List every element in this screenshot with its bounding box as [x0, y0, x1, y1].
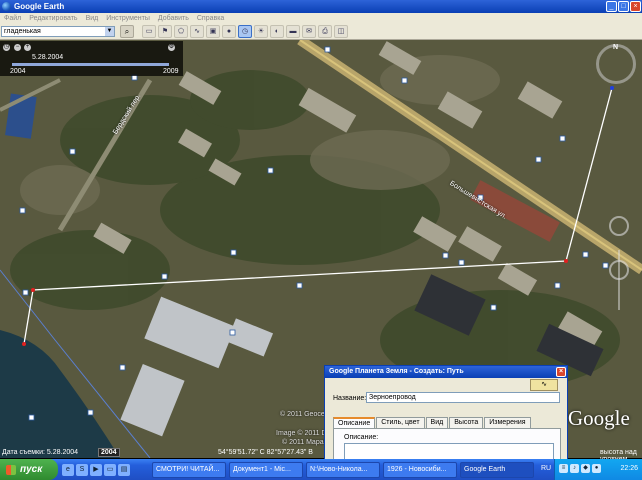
toolbar-buttons: ▭ ⚑ ⬠ ∿ ▣ ● ◷ ☀ ◐ ▬ ✉ ⎙ ◫: [142, 25, 348, 38]
dialog-titlebar: Google Планета Земля - Создать: Путь ×: [325, 366, 567, 378]
path-icon[interactable]: ∿: [190, 25, 204, 38]
tab-measurements[interactable]: Измерения: [484, 417, 531, 428]
historical-imagery-icon[interactable]: ◷: [238, 25, 252, 38]
zoom-out-time-icon[interactable]: −: [14, 44, 21, 51]
search-button[interactable]: ⌕: [120, 25, 134, 38]
system-tray: RU ≡ ♪ ◆ ● 22:26: [541, 459, 642, 480]
screen: Google Earth _ □ × Файл Редактировать Ви…: [0, 0, 642, 480]
google-earth-icon: [2, 2, 11, 11]
chevron-down-icon[interactable]: ▼: [105, 27, 114, 36]
name-field[interactable]: Зерноепровод: [366, 392, 560, 403]
polygon-icon[interactable]: ⬠: [174, 25, 188, 38]
skype-icon[interactable]: S: [76, 463, 88, 476]
create-path-dialog: Google Планета Земля - Создать: Путь × ∿…: [324, 365, 568, 466]
menu-edit[interactable]: Редактировать: [25, 15, 81, 22]
search-input[interactable]: гладенькая ▼: [1, 26, 115, 37]
tray-icons: ≡ ♪ ◆ ●: [559, 464, 601, 473]
time-slider-track[interactable]: [12, 63, 169, 66]
toolbar: гладенькая ▼ ⌕ ▭ ⚑ ⬠ ∿ ▣ ● ◷ ☀ ◐ ▬ ✉ ⎙ ◫: [0, 24, 642, 40]
search-value: гладенькая: [4, 28, 41, 35]
window-title: Google Earth: [14, 2, 65, 11]
overlay-icon[interactable]: ▣: [206, 25, 220, 38]
start-label: пуск: [20, 464, 43, 475]
antivirus-icon[interactable]: ●: [592, 464, 601, 473]
planets-icon[interactable]: ◐: [270, 25, 284, 38]
language-indicator[interactable]: RU: [541, 465, 551, 472]
path-style-icon[interactable]: ∿: [530, 379, 558, 391]
coordinates-readout: 54°59'51.72" С 82°57'27.43" В: [218, 449, 313, 456]
windows-flag-icon: [6, 464, 16, 475]
search-icon: ⌕: [124, 27, 130, 36]
task-word[interactable]: Документ1 - Mic...: [229, 461, 303, 478]
view-in-maps-icon[interactable]: ◫: [334, 25, 348, 38]
name-label: Название:: [333, 395, 367, 402]
ruler-icon[interactable]: ▬: [286, 25, 300, 38]
security-icon[interactable]: ◆: [581, 464, 590, 473]
historical-imagery-slider[interactable]: ◷ − + ⚙ 5.28.2004 2004 2009: [0, 41, 183, 76]
menu-view[interactable]: Вид: [82, 15, 103, 22]
window-titlebar: Google Earth _ □ ×: [0, 0, 642, 13]
minimize-button[interactable]: _: [606, 1, 617, 12]
placemark-icon[interactable]: ⚑: [158, 25, 172, 38]
tab-description[interactable]: Описание: [333, 417, 376, 428]
menu-add[interactable]: Добавить: [154, 15, 193, 22]
tab-altitude[interactable]: Высота: [449, 417, 484, 428]
tab-view[interactable]: Вид: [425, 417, 449, 428]
task-google-earth[interactable]: Google Earth: [460, 461, 534, 478]
record-tour-icon[interactable]: ●: [222, 25, 236, 38]
volume-icon[interactable]: ♪: [570, 464, 579, 473]
sun-icon[interactable]: ☀: [254, 25, 268, 38]
task-explorer[interactable]: N:\Ново-Никола...: [306, 461, 380, 478]
start-button[interactable]: пуск: [0, 459, 58, 480]
north-indicator[interactable]: N: [613, 44, 618, 51]
taskbar-tasks: СМОТРИ! ЧИТАЙ... Документ1 - Mic... N:\Н…: [152, 461, 534, 478]
task-document[interactable]: 1926 - Новосиби...: [383, 461, 457, 478]
email-icon[interactable]: ✉: [302, 25, 316, 38]
compass-ring[interactable]: N: [596, 44, 636, 84]
close-button[interactable]: ×: [630, 1, 641, 12]
menu-file[interactable]: Файл: [0, 15, 25, 22]
tab-style-color[interactable]: Стиль, цвет: [376, 417, 425, 428]
task-browser[interactable]: СМОТРИ! ЧИТАЙ...: [152, 461, 226, 478]
clock-icon[interactable]: ◷: [3, 44, 10, 51]
imagery-year-badge[interactable]: 2004: [98, 448, 120, 457]
windows-taskbar: пуск e S ▶ ▭ ▤ СМОТРИ! ЧИТАЙ... Документ…: [0, 459, 642, 480]
clock: 22:26: [620, 465, 638, 472]
network-icon[interactable]: ≡: [559, 464, 568, 473]
dialog-tabs: Описание Стиль, цвет Вид Высота Измерени…: [333, 417, 531, 428]
time-start-year: 2004: [10, 68, 26, 75]
settings-icon[interactable]: ⚙: [168, 44, 175, 51]
zoom-in-time-icon[interactable]: +: [24, 44, 31, 51]
hide-sidebar-icon[interactable]: ▭: [142, 25, 156, 38]
folder-icon[interactable]: ▤: [118, 463, 130, 476]
window-controls: _ □ ×: [606, 1, 641, 12]
media-player-icon[interactable]: ▶: [90, 463, 102, 476]
menu-help[interactable]: Справка: [193, 15, 228, 22]
quick-launch: e S ▶ ▭ ▤: [62, 463, 152, 476]
show-desktop-icon[interactable]: ▭: [104, 463, 116, 476]
google-logo: Google: [568, 406, 630, 430]
menu-bar: Файл Редактировать Вид Инструменты Добав…: [0, 13, 642, 24]
time-current-date: 5.28.2004: [32, 54, 64, 61]
time-end-year: 2009: [163, 68, 179, 75]
description-label: Описание:: [344, 434, 379, 441]
menu-tools[interactable]: Инструменты: [102, 15, 154, 22]
imagery-date: Дата съемки: 5.28.2004: [2, 449, 79, 456]
dialog-close-button[interactable]: ×: [556, 367, 566, 377]
maximize-button[interactable]: □: [618, 1, 629, 12]
dialog-title: Google Планета Земля - Создать: Путь: [329, 368, 464, 375]
ie-icon[interactable]: e: [62, 463, 74, 476]
print-icon[interactable]: ⎙: [318, 25, 332, 38]
